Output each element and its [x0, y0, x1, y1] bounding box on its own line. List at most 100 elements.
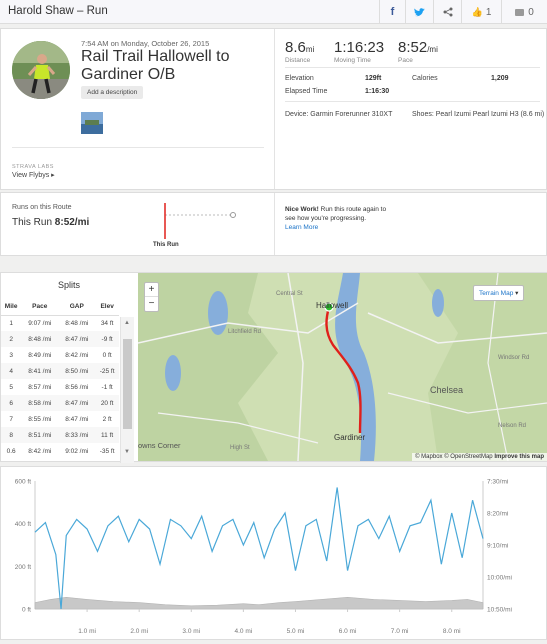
nice-work-message: Nice Work! Run this route again to see h…	[285, 205, 386, 232]
split-row[interactable]: 7 8:55 /mi 8:47 /mi 2 ft	[1, 411, 119, 427]
split-row[interactable]: 3 8:49 /mi 8:42 /mi 0 ft	[1, 347, 119, 363]
split-row[interactable]: 8 8:51 /mi 8:33 /mi 11 ft	[1, 427, 119, 443]
y-right-tick-label: 8:20/mi	[487, 511, 508, 518]
scroll-down-icon[interactable]: ▼	[124, 449, 130, 455]
split-gap: 8:42 /mi	[65, 351, 89, 359]
split-elev: 11 ft	[95, 427, 119, 443]
splits-header-gap: GAP	[69, 303, 84, 311]
elevation-pace-chart[interactable]: 600 ft 400 ft 200 ft 0 ft 7:30/mi 8:20/mi 9:10…	[1, 467, 546, 639]
splits-scrollbar[interactable]: ▲ ▼	[120, 317, 134, 463]
facebook-share-button[interactable]: f	[379, 0, 405, 24]
split-pace: 8:41 /mi	[21, 363, 59, 379]
y-right-tick-label: 10:00/mi	[487, 575, 512, 582]
splits-header-pace: Pace	[32, 303, 48, 311]
divider	[12, 147, 264, 148]
elapsed-time-label: Elapsed Time	[285, 88, 328, 95]
split-pace: 8:48 /mi	[21, 331, 59, 347]
terrain-map-label: Terrain Map	[479, 290, 514, 297]
this-run-value: 8:52/mi	[54, 217, 90, 228]
split-row[interactable]: 0.6 8:42 /mi 9:02 /mi -35 ft	[1, 443, 119, 459]
pace-line	[34, 487, 484, 610]
elapsed-time-value: 1:16:30	[365, 88, 390, 95]
scrollbar-thumb[interactable]	[123, 339, 132, 429]
strava-labs-label: STRAVA LABS	[12, 164, 54, 170]
pace-stat: 8:52/mi Pace	[398, 39, 438, 64]
comments-button[interactable]: 0	[501, 0, 547, 24]
split-row[interactable]: 2 8:48 /mi 8:47 /mi -9 ft	[1, 331, 119, 347]
improve-map-link[interactable]: Improve this map	[494, 454, 544, 460]
split-mile: 7	[9, 415, 13, 423]
activity-name-line1[interactable]: Rail Trail Hallowell to	[81, 47, 230, 66]
nice-work-text2: see how you're progressing.	[285, 215, 367, 222]
y-right-tick-label: 7:30/mi	[487, 479, 508, 486]
split-mile: 1	[9, 319, 13, 327]
add-description-button[interactable]: Add a description	[81, 86, 144, 99]
split-row[interactable]: 6 8:58 /mi 8:47 /mi 20 ft	[1, 395, 119, 411]
pace-unit: /mi	[427, 45, 438, 54]
nice-work-bold: Nice Work!	[285, 206, 319, 213]
page-title: Harold Shaw – Run	[8, 5, 108, 17]
avatar[interactable]	[12, 41, 70, 99]
vertical-divider	[274, 29, 275, 189]
vertical-divider	[274, 193, 275, 255]
split-gap: 8:50 /mi	[58, 363, 96, 379]
split-row[interactable]: 4 8:41 /mi 8:50 /mi -25 ft	[1, 363, 119, 379]
nice-work-text: Run this route again to	[318, 206, 387, 213]
split-row[interactable]: 5 8:57 /mi 8:56 /mi -1 ft	[1, 379, 119, 395]
activity-name-line2[interactable]: Gardiner O/B	[81, 65, 175, 84]
x-tick-label: 1.0 mi	[78, 628, 96, 635]
distance-label: Distance	[285, 57, 311, 64]
share-button[interactable]	[433, 0, 461, 24]
y-left-tick-label: 600 ft	[15, 479, 31, 486]
split-pace: 9:07 /mi	[28, 319, 52, 327]
split-elev: -35 ft	[99, 447, 115, 455]
twitter-share-button[interactable]	[405, 0, 433, 24]
zoom-in-button[interactable]: +	[145, 283, 158, 297]
split-pace: 8:51 /mi	[21, 427, 59, 443]
route-map[interactable]: Hallowell Gardiner Chelsea owns Corner C…	[138, 273, 547, 461]
this-run-axis-label: This Run	[153, 242, 179, 248]
photo-icon	[81, 112, 103, 134]
kudos-count: 1	[485, 6, 492, 18]
moving-time-stat: 1:16:23 Moving Time	[334, 39, 384, 64]
view-flybys-link[interactable]: View Flybys ▸	[12, 171, 55, 179]
split-mile: 3	[9, 351, 13, 359]
divider	[285, 67, 540, 68]
split-row[interactable]: 1 9:07 /mi 8:48 /mi 34 ft	[1, 315, 119, 331]
y-right-tick-label: 9:10/mi	[487, 543, 508, 550]
map-label-browns-corner: owns Corner	[138, 441, 181, 450]
calories-value: 1,209	[491, 75, 509, 82]
calories-label: Calories	[412, 75, 438, 82]
split-mile: 8	[1, 427, 22, 443]
x-tick-label: 6.0 mi	[339, 628, 357, 635]
elevation-area	[34, 596, 484, 610]
map-label-windsor-rd: Windsor Rd	[498, 355, 530, 361]
split-elev: -1 ft	[101, 383, 113, 391]
terrain-map-dropdown[interactable]: Terrain Map ▾	[473, 285, 525, 301]
device-info: Device: Garmin Forerunner 310XT	[285, 111, 393, 118]
learn-more-link[interactable]: Learn More	[285, 224, 318, 231]
map-label-central-st: Central St	[276, 291, 303, 297]
x-tick-label: 3.0 mi	[182, 628, 200, 635]
splits-header-elev: Elev	[100, 303, 114, 311]
split-pace: 8:55 /mi	[28, 415, 52, 423]
zoom-out-button[interactable]: −	[145, 297, 158, 311]
split-elev: 20 ft	[95, 395, 119, 411]
splits-map-panel: Splits Mile Pace GAP Elev 1 9:07 /mi 8:48 …	[0, 272, 547, 463]
split-elev: 34 ft	[100, 319, 114, 327]
distance-unit: mi	[305, 45, 315, 54]
map-label-chelsea: Chelsea	[430, 385, 464, 395]
split-elev: -9 ft	[95, 331, 119, 347]
activity-photo-thumbnail[interactable]	[81, 112, 103, 134]
split-gap: 8:33 /mi	[58, 427, 96, 443]
split-mile: 0.6	[6, 447, 16, 455]
map-copyright[interactable]: © Mapbox © OpenStreetMap	[415, 454, 493, 460]
route-marker[interactable]	[230, 212, 236, 218]
kudos-button[interactable]: 👍 1	[461, 0, 501, 24]
scroll-up-icon[interactable]: ▲	[124, 320, 130, 326]
y-right-tick-label: 10:50/mi	[487, 607, 512, 614]
split-gap: 8:47 /mi	[65, 415, 89, 423]
split-gap: 8:48 /mi	[65, 319, 89, 327]
shoes-info[interactable]: Shoes: Pearl Izumi Pearl Izumi H3 (8.6 m…	[412, 111, 544, 118]
comments-count: 0	[528, 6, 534, 18]
